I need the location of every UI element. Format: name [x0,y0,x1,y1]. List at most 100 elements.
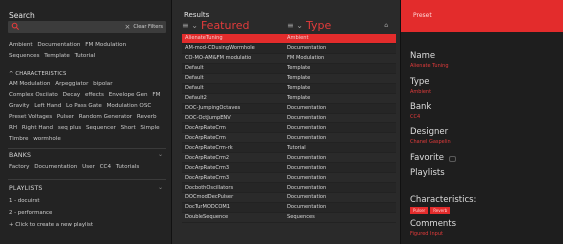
preset-name-cell: DocArpRateCrm3 [185,164,230,171]
preset-name-cell: AM-mod-CDusingWormhole [185,45,255,52]
bank-value[interactable]: CC4 [410,114,420,120]
table-row[interactable]: Default Template [182,74,396,84]
table-row[interactable]: DocArpRateCrm3 Documentation [182,163,396,174]
type-value[interactable]: Ambient [410,89,431,95]
characteristic-tags: AM Modulation Arpeggiator bipolar Comple… [9,79,169,145]
preset-type-cell: Ambient [287,35,309,42]
type-column-header[interactable]: ≡ ⌄ Type [287,19,331,32]
designer-value[interactable]: Chanel Gaspelin [410,139,451,145]
char-tag[interactable]: bipolar [93,81,112,87]
char-tag[interactable]: FM [152,92,160,98]
tag-tutorial[interactable]: Tutorial [75,53,96,59]
name-value[interactable]: Alienate Tuning [410,63,449,69]
shuffle-icon[interactable]: ⌂ [384,22,388,29]
table-row[interactable]: Default2 Template [182,94,396,104]
preset-type-cell: Documentation [287,194,327,201]
char-tag[interactable]: wormhole [33,136,61,142]
tag-documentation[interactable]: Documentation [37,42,80,48]
results-list: AlienateTuning Ambient AM-mod-CDusingWormh… [182,34,396,223]
playlists-header[interactable]: PLAYLISTS [9,185,43,192]
char-tag[interactable]: Gravity [9,103,29,109]
bank-tag-user[interactable]: User [82,164,95,170]
clear-filters-label: Clear Filters [133,24,163,30]
search-icon [11,22,20,31]
char-tag[interactable]: effects [85,92,104,98]
chevron-up-icon: ^ [9,71,14,77]
bank-tag-factory[interactable]: Factory [9,164,29,170]
char-tag[interactable]: Pulser [57,114,74,120]
preset-type-cell: Documentation [287,134,327,141]
char-tag[interactable]: Simple [140,125,159,131]
bank-tag-tutorials[interactable]: Tutorials [116,164,139,170]
characteristics-label: Characteristics: [410,195,477,205]
clear-filters-button[interactable]: × Clear Filters [124,23,163,31]
table-row[interactable]: DocArpRateCrm Documentation [182,133,396,144]
table-row[interactable]: DocbothOscillators Documentation [182,183,396,193]
preset-type-cell: Documentation [287,174,327,181]
playlist-item[interactable]: 2 - performance [9,210,52,216]
search-title: Search [9,11,35,20]
characteristic-chip[interactable]: Pulser [410,207,429,214]
featured-column-header[interactable]: ≡ ⌄ Featured [182,19,250,32]
table-row[interactable]: CO-MO-AM&FM modulatio FM Modulation [182,54,396,64]
playlist-item[interactable]: 1 - docuirst [9,198,40,204]
char-tag[interactable]: Arpeggiator [55,81,88,87]
preset-name-cell: DOC-OctJumpENV [185,114,231,121]
char-tag[interactable]: Sequencer [86,125,116,131]
char-tag[interactable]: Reverb [137,114,157,120]
table-row[interactable]: AlienateTuning Ambient [182,34,396,44]
preset-type-cell: Documentation [287,184,327,191]
banks-header[interactable]: BANKS [9,152,31,159]
char-tag[interactable]: seq plus [58,125,81,131]
bank-tag-documentation[interactable]: Documentation [34,164,77,170]
characteristics-header[interactable]: ^ CHARACTERISTICS [9,71,66,77]
chevron-down-icon[interactable]: ⌄ [158,151,163,158]
char-tag[interactable]: Complex Osciiato [9,92,58,98]
table-row[interactable]: DocTurMODCOM1 Documentation [182,202,396,213]
sort-icon: ≡ ⌄ [182,21,198,30]
preset-type-cell: Tutorial [287,144,306,151]
preset-type-cell: Template [287,65,311,72]
preset-name-cell: DocArpRateCrm [185,124,226,131]
table-row[interactable]: DocArpRateCrm Documentation [182,123,396,134]
char-tag[interactable]: Random Generator [79,114,132,120]
search-input[interactable] [22,21,122,33]
name-label: Name [410,51,436,61]
table-row[interactable]: DOC-JumpingOctaves Documentation [182,103,396,114]
tag-fm-modulation[interactable]: FM Modulation [85,42,126,48]
table-row[interactable]: DOCmodDecPulser Documentation [182,193,396,203]
tag-ambient[interactable]: Ambient [9,42,33,48]
tag-template[interactable]: Template [44,53,70,59]
char-tag[interactable]: RH [9,125,17,131]
char-tag[interactable]: Modulation OSC [107,103,152,109]
create-playlist-link[interactable]: + Click to create a new playlist [9,222,93,228]
char-tag[interactable]: Decay [63,92,81,98]
table-row[interactable]: DocArpRateCrm3 Documentation [182,173,396,184]
table-row[interactable]: DocArpRateCrm2 Documentation [182,153,396,164]
preset-name-cell: Default [185,85,204,92]
comments-value[interactable]: Figured Input [410,231,443,237]
char-tag[interactable]: Left Hand [34,103,61,109]
table-row[interactable]: DOC-OctJumpENV Documentation [182,114,396,124]
search-box[interactable]: × Clear Filters [8,21,166,33]
char-tag[interactable]: Lo Pass Gate [66,103,102,109]
char-tag[interactable]: Preset Voltages [9,114,52,120]
table-row[interactable]: DoubleSequence Sequences [182,213,396,223]
table-row[interactable]: Default Template [182,83,396,94]
char-tag[interactable]: Right Hand [22,125,53,131]
divider [8,148,166,149]
char-tag[interactable]: Timbre [9,136,28,142]
char-tag[interactable]: AM Modulation [9,81,50,87]
bank-tag-cc4[interactable]: CC4 [100,164,111,170]
char-tag[interactable]: Short [121,125,136,131]
table-row[interactable]: AM-mod-CDusingWormhole Documentation [182,43,396,54]
preset-type-cell: Documentation [287,164,327,171]
favorite-icon[interactable] [449,156,456,162]
table-row[interactable]: Default Template [182,63,396,74]
chevron-down-icon[interactable]: ⌄ [158,184,163,191]
char-tag[interactable]: Envelope Gen [109,92,148,98]
characteristic-chip[interactable]: Reverb [430,207,451,214]
preset-name-cell: DocArpRateCrm2 [185,154,230,161]
tag-sequences[interactable]: Sequences [9,53,40,59]
table-row[interactable]: DocArpRateCrm-rk Tutorial [182,143,396,154]
